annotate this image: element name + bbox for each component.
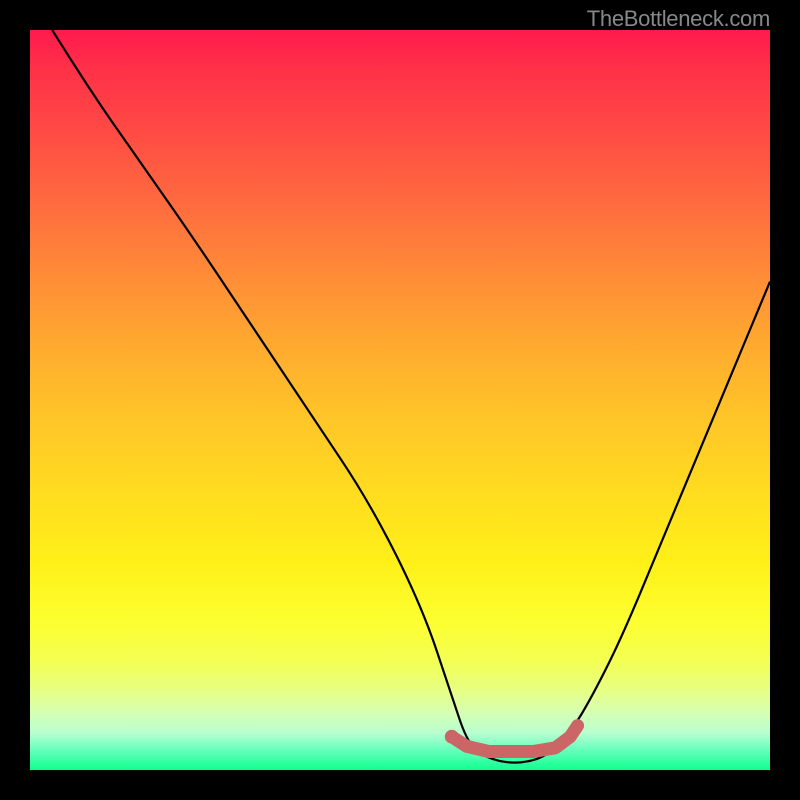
curve-svg xyxy=(30,30,770,770)
chart-container xyxy=(30,30,770,770)
optimal-zone-dot xyxy=(445,730,459,744)
bottleneck-curve-path xyxy=(52,30,770,763)
plot-area xyxy=(30,30,770,770)
watermark-text: TheBottleneck.com xyxy=(587,6,770,32)
optimal-zone-path xyxy=(452,726,578,752)
